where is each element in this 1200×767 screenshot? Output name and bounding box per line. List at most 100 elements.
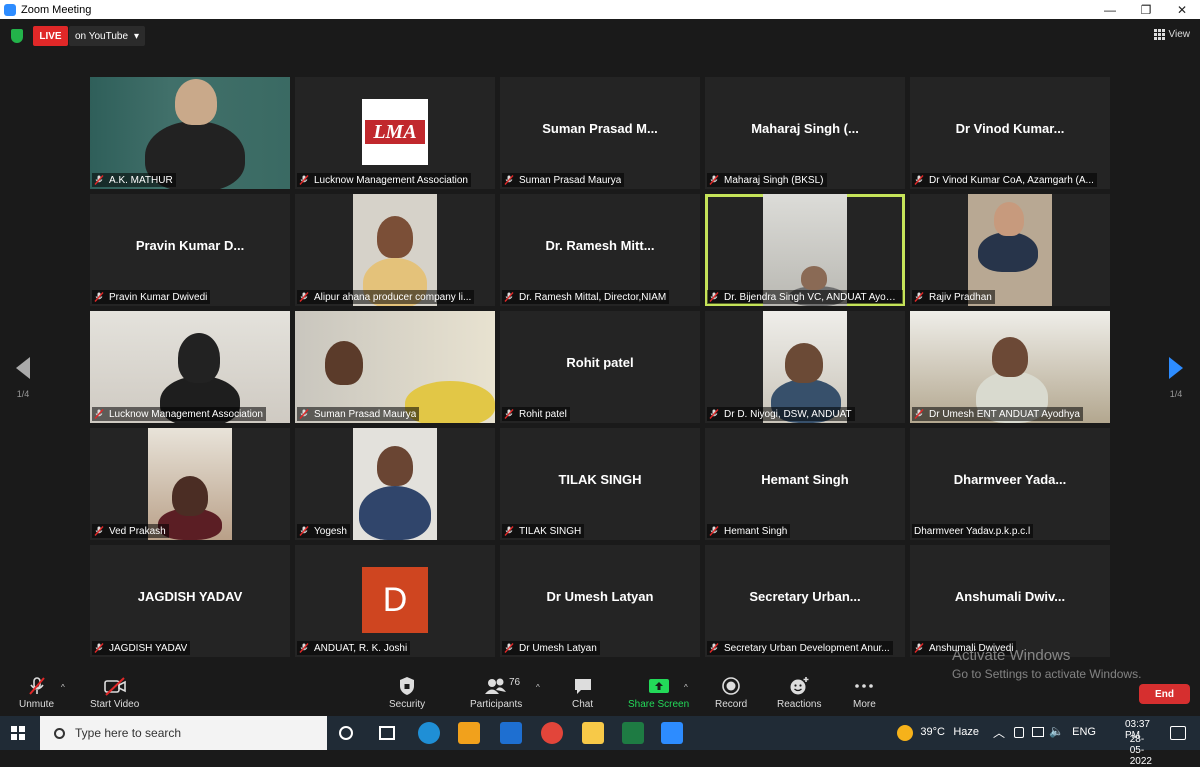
more-dots-icon	[854, 676, 874, 696]
participant-tile[interactable]: Alipur ahana producer company li...	[295, 194, 495, 306]
participant-nameplate: Hemant Singh	[707, 524, 791, 538]
participant-tile[interactable]: Secretary Urban... Secretary Urban Develo…	[705, 545, 905, 657]
participant-display-name: Suman Prasad M...	[542, 121, 658, 136]
participant-tile[interactable]: Rohit patel Rohit patel	[500, 311, 700, 423]
volume-icon[interactable]: 🔈	[1049, 724, 1064, 738]
participant-name: JAGDISH YADAV	[109, 642, 188, 654]
share-screen-button[interactable]: Share Screen	[628, 676, 689, 710]
participant-tile[interactable]: Dr Umesh Latyan Dr Umesh Latyan	[500, 545, 700, 657]
smiley-plus-icon	[788, 676, 810, 696]
participant-display-name: Dr. Ramesh Mitt...	[545, 238, 655, 253]
participant-name: Dr Umesh ENT ANDUAT Ayodhya	[929, 408, 1080, 420]
participant-tile[interactable]: TILAK SINGH TILAK SINGH	[500, 428, 700, 540]
excel-icon[interactable]	[622, 722, 644, 744]
cortana-icon[interactable]	[339, 726, 353, 740]
file-explorer-icon[interactable]	[582, 722, 604, 744]
record-button[interactable]: Record	[715, 676, 747, 710]
participant-tile[interactable]: LMA Lucknow Management Association	[295, 77, 495, 189]
network-icon[interactable]	[1032, 727, 1044, 737]
participant-display-name: TILAK SINGH	[558, 472, 642, 487]
zoom-taskbar-icon[interactable]	[661, 722, 683, 744]
participant-tile[interactable]: Suman Prasad M... Suman Prasad Maurya	[500, 77, 700, 189]
participant-tile[interactable]: Pravin Kumar D... Pravin Kumar Dwivedi	[90, 194, 290, 306]
mail-icon[interactable]	[500, 722, 522, 744]
security-button[interactable]: Security	[389, 676, 425, 710]
participant-name: Dr Vinod Kumar CoA, Azamgarh (A...	[929, 174, 1094, 186]
previous-page-button[interactable]: 1/4	[13, 357, 33, 399]
task-view-icon[interactable]	[379, 726, 395, 740]
lma-logo-mark: LMA	[365, 120, 425, 144]
muted-mic-icon	[914, 643, 924, 653]
live-badge[interactable]: LIVE	[33, 26, 68, 46]
participant-tile[interactable]: Dr. Ramesh Mitt... Dr. Ramesh Mittal, Dir…	[500, 194, 700, 306]
participant-tile[interactable]: Dr Vinod Kumar... Dr Vinod Kumar CoA, Aza…	[910, 77, 1110, 189]
edge-browser-icon[interactable]	[418, 722, 440, 744]
participant-name: Dr Umesh Latyan	[519, 642, 597, 654]
reactions-button[interactable]: Reactions	[777, 676, 821, 710]
share-options-caret[interactable]: ^	[684, 683, 688, 692]
participant-tile[interactable]: Dr Umesh ENT ANDUAT Ayodhya	[910, 311, 1110, 423]
zoom-app-icon	[4, 3, 16, 16]
person-body	[978, 232, 1038, 272]
next-page-button[interactable]: 1/4	[1166, 357, 1186, 399]
close-button[interactable]: ✕	[1164, 0, 1200, 19]
participant-display-name: Secretary Urban...	[749, 589, 861, 604]
participant-nameplate: Suman Prasad Maurya	[502, 173, 625, 187]
participant-tile[interactable]: Maharaj Singh (... Maharaj Singh (BKSL)	[705, 77, 905, 189]
windows-start-icon[interactable]	[11, 726, 25, 740]
participant-name: Suman Prasad Maurya	[519, 174, 622, 186]
weather-sun-icon[interactable]	[897, 725, 913, 741]
participant-tile[interactable]: Dr. Bijendra Singh VC, ANDUAT Ayodh...	[705, 194, 905, 306]
participant-tile[interactable]: Yogesh	[295, 428, 495, 540]
chrome-icon[interactable]	[541, 722, 563, 744]
participant-tile[interactable]: Rajiv Pradhan	[910, 194, 1110, 306]
participant-display-name: Hemant Singh	[761, 472, 849, 487]
start-video-button[interactable]: Start Video	[90, 676, 139, 710]
clock-date[interactable]: 28-05-2022	[1130, 734, 1152, 767]
audio-options-caret[interactable]: ^	[61, 683, 65, 692]
muted-mic-icon	[709, 643, 719, 653]
participant-tile[interactable]: Lucknow Management Association	[90, 311, 290, 423]
participant-tile[interactable]: JAGDISH YADAV JAGDISH YADAV	[90, 545, 290, 657]
video-off-icon	[103, 676, 127, 696]
microsoft-store-icon[interactable]	[458, 722, 480, 744]
start-video-label: Start Video	[90, 699, 140, 710]
participant-display-name: Dr Umesh Latyan	[546, 589, 654, 604]
participant-nameplate: A.K. MATHUR	[92, 173, 176, 187]
tray-chevron-up-icon[interactable]: ︿	[993, 724, 1005, 741]
view-button[interactable]: View	[1153, 29, 1191, 40]
muted-mic-icon	[94, 292, 104, 302]
more-button[interactable]: More	[853, 676, 876, 710]
minimize-button[interactable]: —	[1092, 0, 1128, 19]
participant-tile[interactable]: Suman Prasad Maurya	[295, 311, 495, 423]
muted-mic-icon	[709, 526, 719, 536]
security-shield-icon[interactable]	[11, 29, 23, 43]
people-icon[interactable]	[1014, 727, 1024, 738]
notifications-icon[interactable]	[1170, 726, 1186, 740]
muted-mic-icon	[94, 409, 104, 419]
taskbar-search-box[interactable]: Type here to search	[40, 716, 327, 750]
participant-tile[interactable]: Dharmveer Yada... Dharmveer Yadav.p.k.p.c…	[910, 428, 1110, 540]
chat-button[interactable]: Chat	[572, 676, 593, 710]
activate-windows-title: Activate Windows	[952, 647, 1071, 664]
weather-description[interactable]: Haze	[953, 726, 979, 738]
unmute-button[interactable]: Unmute	[19, 676, 54, 710]
participant-tile[interactable]: D ANDUAT, R. K. Joshi	[295, 545, 495, 657]
maximize-button[interactable]: ❐	[1128, 0, 1164, 19]
more-label: More	[853, 699, 876, 710]
live-stream-dropdown[interactable]: on YouTube ▾	[69, 26, 146, 46]
participant-name: Dr. Ramesh Mittal, Director,NIAM	[519, 291, 667, 303]
weather-temperature[interactable]: 39°C	[920, 726, 945, 738]
participants-options-caret[interactable]: ^	[536, 683, 540, 692]
arrow-left-icon	[16, 357, 30, 379]
participant-tile[interactable]: Ved Prakash	[90, 428, 290, 540]
participant-tile[interactable]: Anshumali Dwiv... Anshumali Dwivedi	[910, 545, 1110, 657]
participant-tile[interactable]: Hemant Singh Hemant Singh	[705, 428, 905, 540]
view-label: View	[1168, 29, 1191, 40]
participant-tile[interactable]: Dr D. Niyogi, DSW, ANDUAT	[705, 311, 905, 423]
muted-mic-icon	[299, 175, 309, 185]
input-language[interactable]: ENG	[1072, 726, 1096, 738]
end-meeting-button[interactable]: End	[1139, 684, 1190, 704]
activate-windows-watermark: Activate Windows Go to Settings to activ…	[952, 647, 1141, 681]
participant-tile[interactable]: A.K. MATHUR	[90, 77, 290, 189]
